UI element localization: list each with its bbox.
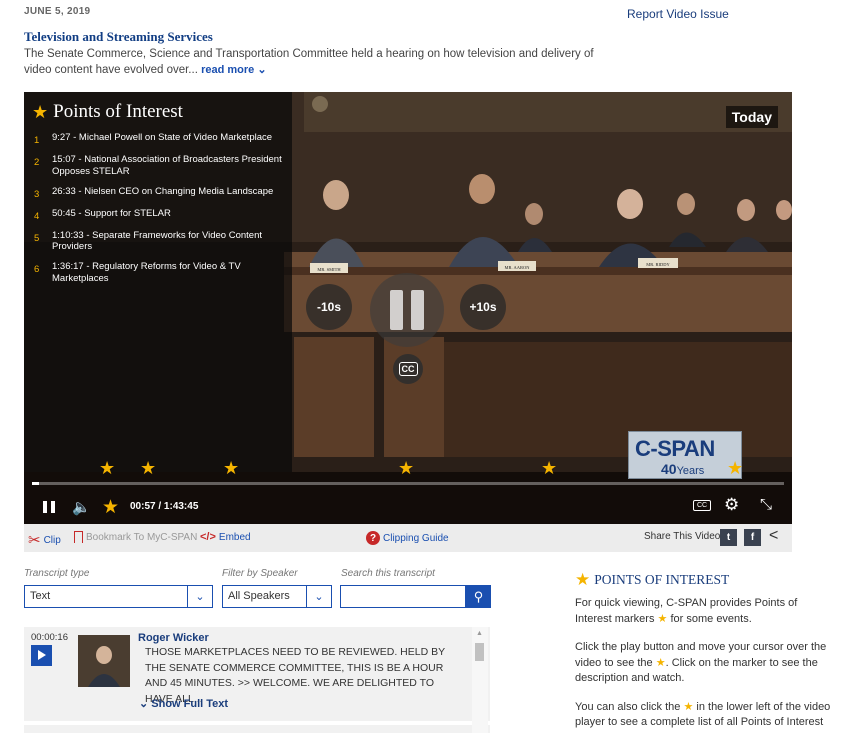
star-icon: ★: [575, 570, 591, 589]
pause-icon: [390, 290, 403, 330]
bookmark-button[interactable]: Bookmark To MyC-SPAN: [74, 531, 197, 543]
transcript-type-select[interactable]: Text ⌄: [24, 585, 213, 608]
search-button[interactable]: ⚲: [466, 585, 491, 608]
search-icon: ⚲: [473, 588, 484, 604]
code-icon: </>: [200, 531, 216, 543]
scroll-thumb[interactable]: [475, 643, 484, 661]
transcript-scrollbar[interactable]: ▲: [472, 627, 488, 733]
poi-item[interactable]: 1 9:27 - Michael Powell on State of Video…: [34, 132, 289, 146]
poi-panel-header: ★ Points of Interest: [32, 101, 183, 123]
poi-marker-star-icon[interactable]: ★: [727, 458, 743, 479]
poi-info-p2: Click the play button and move your curs…: [575, 641, 827, 684]
skip-forward-button[interactable]: +10s: [460, 284, 506, 330]
star-icon: ★: [655, 656, 666, 669]
poi-info-heading: ★ POINTS OF INTEREST: [575, 570, 730, 589]
program-description: The Senate Commerce, Science and Transpo…: [24, 47, 624, 78]
volume-icon[interactable]: 🔈: [72, 498, 91, 516]
poi-item[interactable]: 4 50:45 - Support for STELAR: [34, 208, 289, 222]
chevron-down-icon: ⌄: [187, 586, 212, 607]
star-icon: ★: [683, 700, 694, 713]
poi-item[interactable]: 6 1:36:17 - Regulatory Reforms for Video …: [34, 261, 289, 285]
speaker-filter-label: Filter by Speaker: [222, 568, 298, 579]
poi-item[interactable]: 2 15:07 - National Association of Broadca…: [34, 154, 289, 178]
center-pause-button[interactable]: [370, 273, 444, 347]
question-icon: ?: [366, 531, 380, 545]
skip-back-button[interactable]: -10s: [306, 284, 352, 330]
progress-fill: [32, 482, 39, 485]
scroll-up-arrow-icon[interactable]: ▲: [476, 630, 483, 637]
closed-captions-button[interactable]: CC: [393, 354, 423, 384]
chevron-down-icon: ⌄: [306, 586, 331, 607]
poi-toggle-star-icon[interactable]: ★: [102, 496, 119, 519]
clipping-guide-link[interactable]: ? Clipping Guide: [366, 531, 449, 545]
clip-button[interactable]: ✂ Clip: [28, 531, 61, 549]
player-controls: 🔈 ★ 00:57 / 1:43:45 CC ⚙ ⤡: [24, 492, 792, 524]
poi-marker-star-icon[interactable]: ★: [140, 458, 156, 479]
read-more-link[interactable]: read more ⌄: [201, 64, 266, 76]
today-badge: Today: [725, 106, 778, 128]
play-segment-button[interactable]: [31, 645, 52, 666]
fullscreen-icon[interactable]: ⤡: [760, 496, 772, 513]
scissors-icon: ✂: [28, 532, 41, 549]
description-text: The Senate Commerce, Science and Transpo…: [24, 48, 594, 76]
poi-item[interactable]: 5 1:10:33 - Separate Frameworks for Video…: [34, 230, 289, 254]
video-toolbar: ✂ Clip Bookmark To MyC-SPAN </> Embed ? Cli…: [24, 524, 792, 552]
video-player[interactable]: MR. SMITH MR. AARON MR. RIDDY ★ Points o…: [24, 92, 792, 524]
share-label: Share This Video: [644, 531, 721, 542]
time-display: 00:57 / 1:43:45: [130, 501, 199, 512]
pause-icon: [43, 501, 47, 513]
poi-list: 1 9:27 - Michael Powell on State of Video…: [34, 132, 289, 293]
poi-item[interactable]: 3 26:33 - Nielsen CEO on Changing Media L…: [34, 186, 289, 200]
bookmark-icon: [74, 531, 83, 543]
speaker-name[interactable]: Roger Wicker: [138, 632, 209, 644]
share-icon[interactable]: <: [769, 527, 778, 545]
progress-bar[interactable]: [32, 482, 784, 485]
captions-toggle-button[interactable]: CC: [693, 500, 712, 511]
poi-marker-star-icon[interactable]: ★: [541, 458, 557, 479]
event-date: JUNE 5, 2019: [24, 6, 91, 17]
twitter-icon[interactable]: t: [720, 529, 737, 546]
transcript-panel: 00:00:16 Roger Wicker THOSE MARKETPLACES…: [24, 627, 490, 733]
current-time: 00:57: [130, 501, 156, 512]
transcript-type-label: Transcript type: [24, 568, 90, 579]
star-icon: ★: [32, 101, 49, 122]
embed-button[interactable]: </> Embed: [200, 531, 251, 543]
svg-text:MR. AARON: MR. AARON: [504, 265, 530, 270]
poi-marker-star-icon[interactable]: ★: [99, 458, 115, 479]
pause-button[interactable]: [43, 501, 55, 513]
chevron-down-icon: ⌄: [257, 63, 267, 76]
svg-text:MR. SMITH: MR. SMITH: [317, 267, 341, 272]
star-icon: ★: [657, 612, 668, 625]
speaker-filter-select[interactable]: All Speakers ⌄: [222, 585, 332, 608]
poi-info-p1: For quick viewing, C-SPAN provides Point…: [575, 597, 798, 625]
total-time: 1:43:45: [163, 501, 199, 512]
cspan-40-years-logo: C-SPAN 40Years: [628, 431, 742, 479]
cc-icon: CC: [398, 362, 418, 376]
poi-info-sidebar: ★ POINTS OF INTEREST For quick viewing, C…: [575, 570, 837, 731]
chevron-down-icon: ⌄: [139, 698, 149, 710]
poi-panel-title: Points of Interest: [53, 101, 183, 122]
points-of-interest-panel: ★ Points of Interest 1 9:27 - Michael Pow…: [24, 92, 292, 472]
show-full-text-link[interactable]: ⌄ Show Full Text: [139, 697, 228, 710]
report-video-issue-link[interactable]: Report Video Issue: [627, 7, 729, 21]
poi-marker-star-icon[interactable]: ★: [223, 458, 239, 479]
program-title[interactable]: Television and Streaming Services: [24, 29, 213, 45]
svg-text:MR. RIDDY: MR. RIDDY: [646, 262, 670, 267]
facebook-icon[interactable]: f: [744, 529, 761, 546]
transcript-search-input[interactable]: [340, 585, 466, 608]
poi-marker-star-icon[interactable]: ★: [398, 458, 414, 479]
gear-icon[interactable]: ⚙: [724, 495, 739, 515]
search-transcript-label: Search this transcript: [341, 568, 435, 579]
transcript-timestamp: 00:00:16: [31, 632, 68, 643]
speaker-thumbnail: [78, 635, 130, 687]
poi-info-p3: You can also click the ★ in the lower le…: [575, 700, 831, 729]
